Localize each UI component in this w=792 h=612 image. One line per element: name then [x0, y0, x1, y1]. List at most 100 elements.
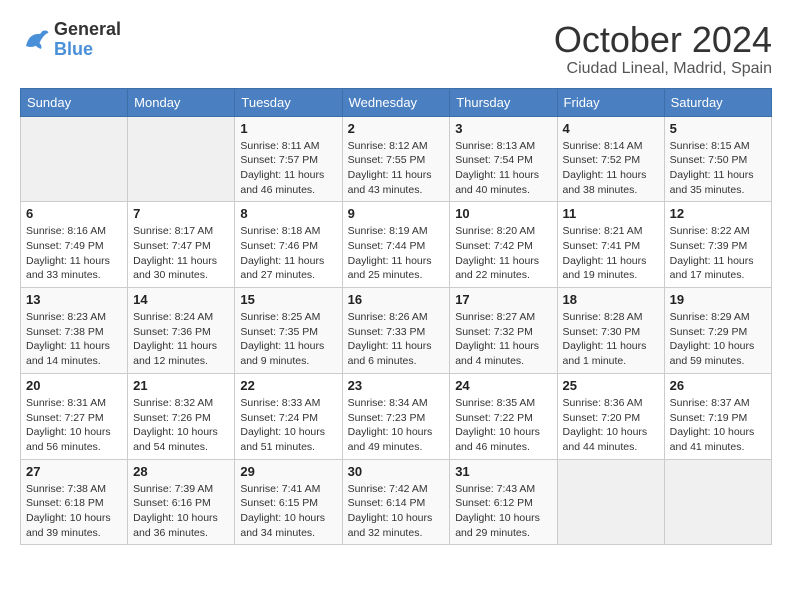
day-number: 1	[240, 121, 336, 136]
day-info: Sunrise: 8:16 AMSunset: 7:49 PMDaylight:…	[26, 224, 122, 283]
calendar-day: 31 Sunrise: 7:43 AMSunset: 6:12 PMDayligh…	[450, 459, 557, 545]
calendar-day: 13 Sunrise: 8:23 AMSunset: 7:38 PMDayligh…	[21, 288, 128, 374]
logo: General Blue	[20, 20, 121, 60]
calendar-day: 30 Sunrise: 7:42 AMSunset: 6:14 PMDayligh…	[342, 459, 450, 545]
calendar-day: 25 Sunrise: 8:36 AMSunset: 7:20 PMDayligh…	[557, 373, 664, 459]
col-header-saturday: Saturday	[664, 88, 771, 116]
day-number: 10	[455, 206, 551, 221]
day-info: Sunrise: 8:27 AMSunset: 7:32 PMDaylight:…	[455, 310, 551, 369]
day-info: Sunrise: 8:24 AMSunset: 7:36 PMDaylight:…	[133, 310, 229, 369]
calendar-day	[664, 459, 771, 545]
day-number: 25	[563, 378, 659, 393]
calendar-day: 4 Sunrise: 8:14 AMSunset: 7:52 PMDaylight…	[557, 116, 664, 202]
calendar-day: 14 Sunrise: 8:24 AMSunset: 7:36 PMDayligh…	[128, 288, 235, 374]
calendar-week-4: 20 Sunrise: 8:31 AMSunset: 7:27 PMDayligh…	[21, 373, 772, 459]
calendar-day: 9Sunrise: 8:19 AMSunset: 7:44 PMDaylight…	[342, 202, 450, 288]
day-info: Sunrise: 8:12 AMSunset: 7:55 PMDaylight:…	[348, 139, 445, 198]
day-number: 29	[240, 464, 336, 479]
day-info: Sunrise: 8:34 AMSunset: 7:23 PMDaylight:…	[348, 396, 445, 455]
day-info: Sunrise: 8:29 AMSunset: 7:29 PMDaylight:…	[670, 310, 766, 369]
calendar-week-5: 27 Sunrise: 7:38 AMSunset: 6:18 PMDayligh…	[21, 459, 772, 545]
day-info: Sunrise: 8:15 AMSunset: 7:50 PMDaylight:…	[670, 139, 766, 198]
day-number: 5	[670, 121, 766, 136]
day-number: 26	[670, 378, 766, 393]
col-header-thursday: Thursday	[450, 88, 557, 116]
day-info: Sunrise: 8:26 AMSunset: 7:33 PMDaylight:…	[348, 310, 445, 369]
day-info: Sunrise: 8:19 AMSunset: 7:44 PMDaylight:…	[348, 224, 445, 283]
calendar-day: 1 Sunrise: 8:11 AMSunset: 7:57 PMDaylight…	[235, 116, 342, 202]
day-info: Sunrise: 8:11 AMSunset: 7:57 PMDaylight:…	[240, 139, 336, 198]
day-info: Sunrise: 8:21 AMSunset: 7:41 PMDaylight:…	[563, 224, 659, 283]
day-number: 13	[26, 292, 122, 307]
day-info: Sunrise: 8:13 AMSunset: 7:54 PMDaylight:…	[455, 139, 551, 198]
calendar-day: 15 Sunrise: 8:25 AMSunset: 7:35 PMDayligh…	[235, 288, 342, 374]
day-info: Sunrise: 8:32 AMSunset: 7:26 PMDaylight:…	[133, 396, 229, 455]
day-number: 31	[455, 464, 551, 479]
calendar-week-2: 6Sunrise: 8:16 AMSunset: 7:49 PMDaylight…	[21, 202, 772, 288]
calendar-day: 27 Sunrise: 7:38 AMSunset: 6:18 PMDayligh…	[21, 459, 128, 545]
calendar-day	[21, 116, 128, 202]
calendar-week-3: 13 Sunrise: 8:23 AMSunset: 7:38 PMDayligh…	[21, 288, 772, 374]
day-info: Sunrise: 7:38 AMSunset: 6:18 PMDaylight:…	[26, 482, 122, 541]
day-number: 28	[133, 464, 229, 479]
day-info: Sunrise: 7:43 AMSunset: 6:12 PMDaylight:…	[455, 482, 551, 541]
day-info: Sunrise: 7:41 AMSunset: 6:15 PMDaylight:…	[240, 482, 336, 541]
calendar-day: 19 Sunrise: 8:29 AMSunset: 7:29 PMDayligh…	[664, 288, 771, 374]
day-number: 20	[26, 378, 122, 393]
day-number: 15	[240, 292, 336, 307]
calendar-day: 24 Sunrise: 8:35 AMSunset: 7:22 PMDayligh…	[450, 373, 557, 459]
col-header-sunday: Sunday	[21, 88, 128, 116]
title-block: October 2024 Ciudad Lineal, Madrid, Spai…	[554, 20, 772, 78]
calendar-day: 11 Sunrise: 8:21 AMSunset: 7:41 PMDayligh…	[557, 202, 664, 288]
day-info: Sunrise: 8:31 AMSunset: 7:27 PMDaylight:…	[26, 396, 122, 455]
day-number: 16	[348, 292, 445, 307]
day-number: 21	[133, 378, 229, 393]
day-info: Sunrise: 8:22 AMSunset: 7:39 PMDaylight:…	[670, 224, 766, 283]
day-number: 11	[563, 206, 659, 221]
day-info: Sunrise: 8:18 AMSunset: 7:46 PMDaylight:…	[240, 224, 336, 283]
day-info: Sunrise: 8:14 AMSunset: 7:52 PMDaylight:…	[563, 139, 659, 198]
day-number: 3	[455, 121, 551, 136]
day-number: 17	[455, 292, 551, 307]
day-info: Sunrise: 8:36 AMSunset: 7:20 PMDaylight:…	[563, 396, 659, 455]
calendar-day: 3 Sunrise: 8:13 AMSunset: 7:54 PMDaylight…	[450, 116, 557, 202]
day-number: 23	[348, 378, 445, 393]
logo-icon	[20, 25, 50, 55]
day-info: Sunrise: 8:17 AMSunset: 7:47 PMDaylight:…	[133, 224, 229, 283]
col-header-wednesday: Wednesday	[342, 88, 450, 116]
calendar-table: SundayMondayTuesdayWednesdayThursdayFrid…	[20, 88, 772, 546]
day-number: 12	[670, 206, 766, 221]
calendar-day: 2Sunrise: 8:12 AMSunset: 7:55 PMDaylight…	[342, 116, 450, 202]
day-number: 24	[455, 378, 551, 393]
col-header-friday: Friday	[557, 88, 664, 116]
col-header-monday: Monday	[128, 88, 235, 116]
day-number: 4	[563, 121, 659, 136]
day-number: 27	[26, 464, 122, 479]
calendar-day: 6Sunrise: 8:16 AMSunset: 7:49 PMDaylight…	[21, 202, 128, 288]
calendar-day: 20 Sunrise: 8:31 AMSunset: 7:27 PMDayligh…	[21, 373, 128, 459]
day-number: 7	[133, 206, 229, 221]
calendar-day: 7 Sunrise: 8:17 AMSunset: 7:47 PMDaylight…	[128, 202, 235, 288]
calendar-week-1: 1 Sunrise: 8:11 AMSunset: 7:57 PMDaylight…	[21, 116, 772, 202]
calendar-day: 18Sunrise: 8:28 AMSunset: 7:30 PMDayligh…	[557, 288, 664, 374]
day-info: Sunrise: 8:35 AMSunset: 7:22 PMDaylight:…	[455, 396, 551, 455]
day-number: 8	[240, 206, 336, 221]
calendar-header-row: SundayMondayTuesdayWednesdayThursdayFrid…	[21, 88, 772, 116]
calendar-day: 16 Sunrise: 8:26 AMSunset: 7:33 PMDayligh…	[342, 288, 450, 374]
day-info: Sunrise: 8:33 AMSunset: 7:24 PMDaylight:…	[240, 396, 336, 455]
day-number: 30	[348, 464, 445, 479]
calendar-day: 5 Sunrise: 8:15 AMSunset: 7:50 PMDaylight…	[664, 116, 771, 202]
col-header-tuesday: Tuesday	[235, 88, 342, 116]
calendar-day: 29 Sunrise: 7:41 AMSunset: 6:15 PMDayligh…	[235, 459, 342, 545]
day-number: 19	[670, 292, 766, 307]
day-number: 14	[133, 292, 229, 307]
day-info: Sunrise: 7:39 AMSunset: 6:16 PMDaylight:…	[133, 482, 229, 541]
day-info: Sunrise: 8:20 AMSunset: 7:42 PMDaylight:…	[455, 224, 551, 283]
page-header: General Blue October 2024 Ciudad Lineal,…	[20, 20, 772, 78]
month-title: October 2024	[554, 20, 772, 60]
day-info: Sunrise: 8:28 AMSunset: 7:30 PMDaylight:…	[563, 310, 659, 369]
day-info: Sunrise: 8:25 AMSunset: 7:35 PMDaylight:…	[240, 310, 336, 369]
calendar-day: 26Sunrise: 8:37 AMSunset: 7:19 PMDayligh…	[664, 373, 771, 459]
day-info: Sunrise: 7:42 AMSunset: 6:14 PMDaylight:…	[348, 482, 445, 541]
day-info: Sunrise: 8:23 AMSunset: 7:38 PMDaylight:…	[26, 310, 122, 369]
